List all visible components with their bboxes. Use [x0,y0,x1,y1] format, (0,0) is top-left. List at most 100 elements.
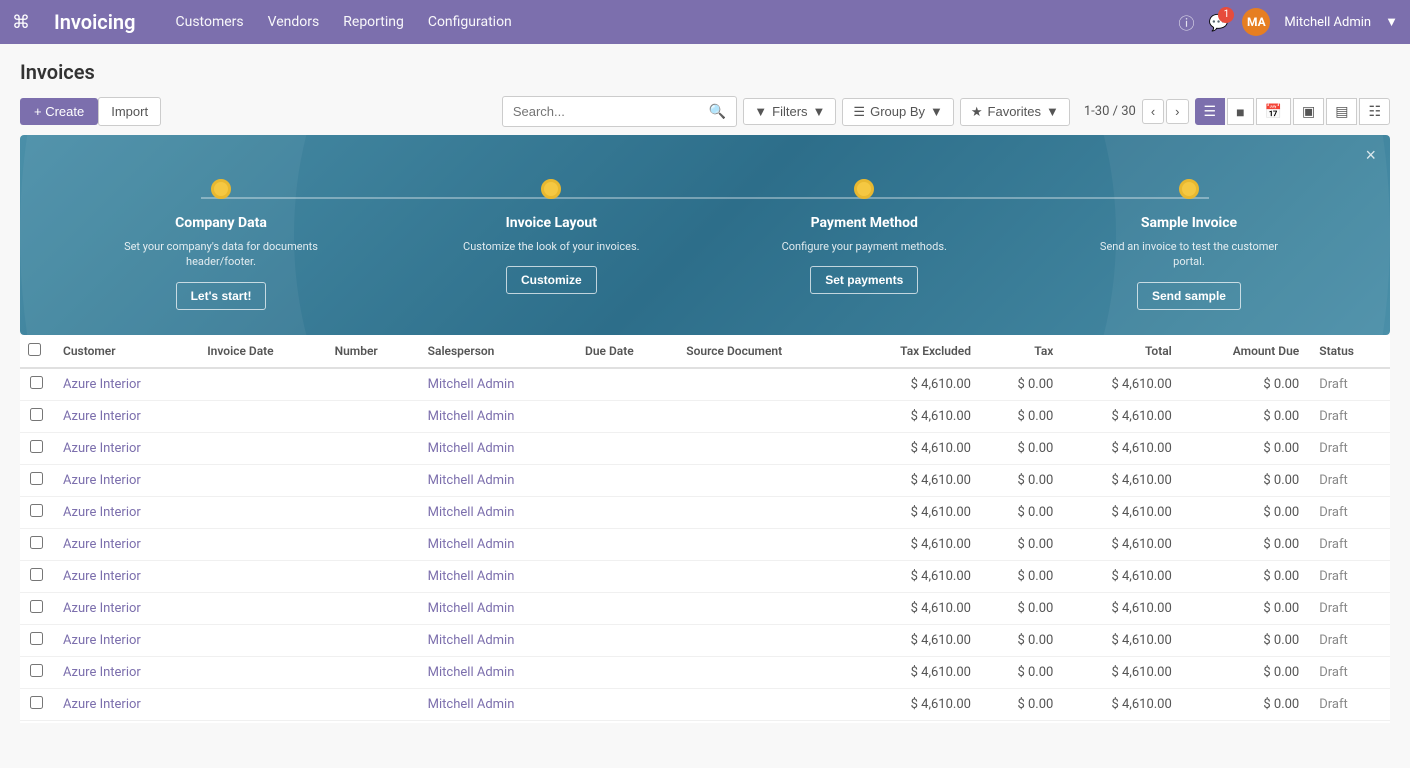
list-view-button[interactable]: ☰ [1195,98,1226,125]
user-dropdown-icon[interactable]: ▼ [1385,14,1398,30]
row-select-2[interactable] [30,440,43,453]
row-select-4[interactable] [30,504,43,517]
pivot-view-button[interactable]: ▣ [1293,98,1324,125]
row-source-doc-6 [676,561,847,593]
col-header-tax-excl[interactable]: Tax Excluded [847,335,981,368]
row-select-8[interactable] [30,632,43,645]
row-checkbox-10 [20,689,53,721]
row-customer-0[interactable]: Azure Interior [53,368,197,401]
row-customer-2[interactable]: Azure Interior [53,433,197,465]
row-invoice-date-2 [197,433,324,465]
row-customer-6[interactable]: Azure Interior [53,561,197,593]
row-customer-10[interactable]: Azure Interior [53,689,197,721]
row-salesperson-1[interactable]: Mitchell Admin [418,401,575,433]
row-select-1[interactable] [30,408,43,421]
row-salesperson-11[interactable]: Mitchell Admin [418,721,575,724]
row-tax-11: $ 0.00 [981,721,1063,724]
nav-configuration[interactable]: Configuration [428,14,512,30]
col-header-salesperson[interactable]: Salesperson [418,335,575,368]
nav-reporting[interactable]: Reporting [343,14,404,30]
row-salesperson-4[interactable]: Mitchell Admin [418,497,575,529]
step-btn-payment[interactable]: Set payments [810,266,918,294]
nav-vendors[interactable]: Vendors [268,14,320,30]
next-page-button[interactable]: › [1166,99,1188,124]
row-source-doc-9 [676,657,847,689]
row-select-6[interactable] [30,568,43,581]
kanban-view-button[interactable]: ■ [1227,98,1253,125]
col-header-due-date[interactable]: Due Date [575,335,676,368]
select-all-checkbox[interactable] [28,343,41,356]
step-btn-sample[interactable]: Send sample [1137,282,1241,310]
row-salesperson-0[interactable]: Mitchell Admin [418,368,575,401]
row-select-0[interactable] [30,376,43,389]
row-status-6: Draft [1309,561,1390,593]
row-checkbox-4 [20,497,53,529]
create-button[interactable]: + Create [20,98,98,125]
step-desc-company: Set your company's data for documents he… [121,239,321,270]
col-header-total[interactable]: Total [1063,335,1181,368]
row-customer-3[interactable]: Azure Interior [53,465,197,497]
step-title-payment: Payment Method [811,215,918,231]
row-customer-11[interactable]: Azure Interior [53,721,197,724]
row-salesperson-10[interactable]: Mitchell Admin [418,689,575,721]
row-customer-4[interactable]: Azure Interior [53,497,197,529]
row-select-10[interactable] [30,696,43,709]
row-total-11: $ 4,610.00 [1063,721,1181,724]
row-amount-due-0: $ 0.00 [1182,368,1309,401]
nav-customers[interactable]: Customers [175,14,243,30]
prev-page-button[interactable]: ‹ [1142,99,1164,124]
row-select-7[interactable] [30,600,43,613]
nav-right: ⓘ 💬 1 MA Mitchell Admin ▼ [1178,8,1398,36]
row-customer-5[interactable]: Azure Interior [53,529,197,561]
search-button[interactable]: 🔍 [699,97,736,126]
row-due-date-0 [575,368,676,401]
row-salesperson-5[interactable]: Mitchell Admin [418,529,575,561]
row-salesperson-8[interactable]: Mitchell Admin [418,625,575,657]
col-header-tax[interactable]: Tax [981,335,1063,368]
favorites-button[interactable]: ★ Favorites ▼ [960,98,1070,126]
row-salesperson-7[interactable]: Mitchell Admin [418,593,575,625]
row-salesperson-3[interactable]: Mitchell Admin [418,465,575,497]
row-select-3[interactable] [30,472,43,485]
row-source-doc-4 [676,497,847,529]
groupby-button[interactable]: ☰ Group By ▼ [842,98,953,126]
row-salesperson-6[interactable]: Mitchell Admin [418,561,575,593]
user-name-nav[interactable]: Mitchell Admin [1284,15,1371,30]
row-customer-1[interactable]: Azure Interior [53,401,197,433]
row-tax-1: $ 0.00 [981,401,1063,433]
graph-view-button[interactable]: ▤ [1326,98,1357,125]
row-select-9[interactable] [30,664,43,677]
row-customer-7[interactable]: Azure Interior [53,593,197,625]
row-salesperson-2[interactable]: Mitchell Admin [418,433,575,465]
table-row: Azure Interior Mitchell Admin $ 4,610.00… [20,433,1390,465]
banner-close-button[interactable]: × [1365,145,1376,166]
chat-notification[interactable]: 💬 1 [1208,13,1228,32]
row-amount-due-6: $ 0.00 [1182,561,1309,593]
row-select-5[interactable] [30,536,43,549]
top-navigation: ⌘ Invoicing Customers Vendors Reporting … [0,0,1410,44]
table-row: Azure Interior Mitchell Admin $ 4,610.00… [20,625,1390,657]
row-salesperson-9[interactable]: Mitchell Admin [418,657,575,689]
col-header-amount-due[interactable]: Amount Due [1182,335,1309,368]
row-customer-8[interactable]: Azure Interior [53,625,197,657]
col-header-status[interactable]: Status [1309,335,1390,368]
favorites-label: Favorites [988,104,1041,119]
filters-button[interactable]: ▼ Filters ▼ [743,98,836,125]
row-invoice-date-8 [197,625,324,657]
col-header-number[interactable]: Number [325,335,418,368]
col-header-invoice-date[interactable]: Invoice Date [197,335,324,368]
step-btn-company[interactable]: Let's start! [176,282,267,310]
search-input[interactable] [503,98,699,125]
row-checkbox-9 [20,657,53,689]
activity-view-button[interactable]: ☷ [1359,98,1390,125]
calendar-view-button[interactable]: 📅 [1256,98,1291,125]
step-title-company: Company Data [175,215,267,231]
col-header-source-doc[interactable]: Source Document [676,335,847,368]
step-btn-layout[interactable]: Customize [506,266,597,294]
col-header-customer[interactable]: Customer [53,335,197,368]
import-button[interactable]: Import [98,97,161,126]
row-number-0 [325,368,418,401]
app-grid-icon[interactable]: ⌘ [12,12,30,33]
help-icon[interactable]: ⓘ [1178,10,1194,34]
row-customer-9[interactable]: Azure Interior [53,657,197,689]
